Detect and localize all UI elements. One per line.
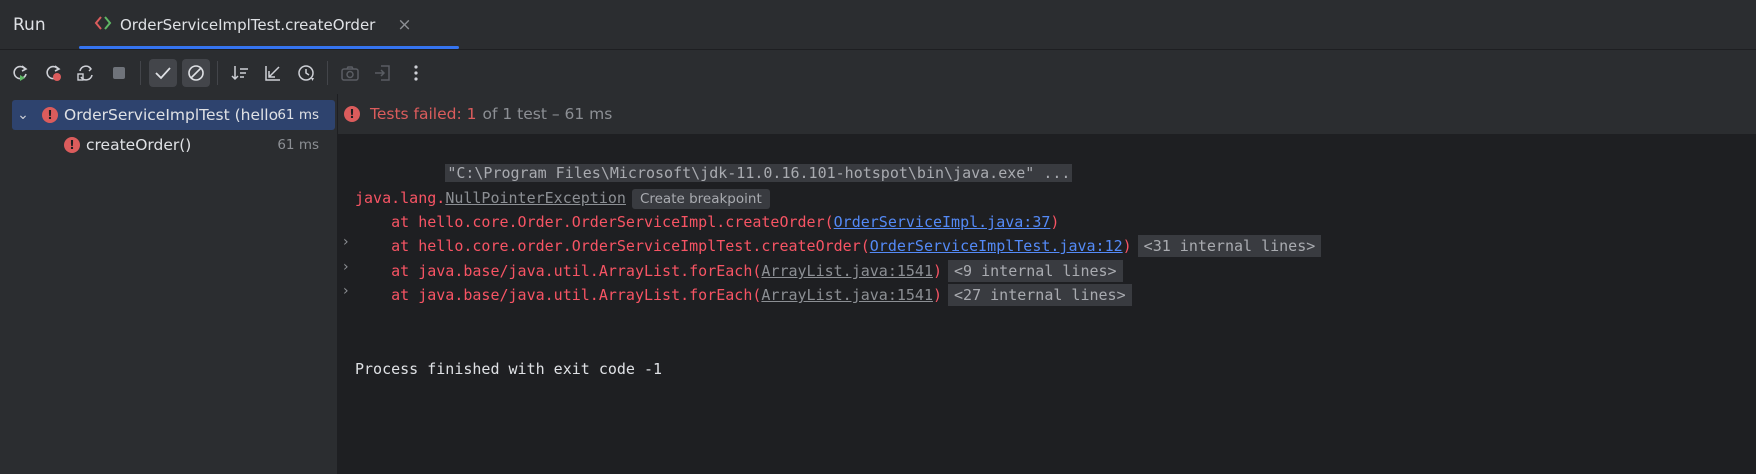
- java-command[interactable]: "C:\Program Files\Microsoft\jdk-11.0.16.…: [445, 164, 1073, 182]
- tree-item-time: 61 ms: [277, 137, 319, 153]
- error-icon: !: [344, 106, 360, 122]
- rerun-failed-icon[interactable]: [39, 59, 67, 87]
- tree-item-order-service-impl-test[interactable]: ⌄ ! OrderServiceImplTest (hello 61 ms: [12, 100, 335, 130]
- tree-item-label: createOrder(): [86, 136, 192, 154]
- process-exit-line: Process finished with exit code -1: [355, 360, 663, 378]
- expand-chevron-icon[interactable]: ›: [343, 259, 349, 275]
- show-passed-icon[interactable]: [148, 58, 177, 87]
- source-link[interactable]: ArrayList.java:1541: [761, 286, 933, 304]
- tab-order-service-test[interactable]: OrderServiceImplTest.createOrder ×: [79, 0, 459, 49]
- exception-prefix: java.lang.: [355, 189, 446, 207]
- source-link[interactable]: ArrayList.java:1541: [761, 262, 933, 280]
- toolbar-separator: [140, 60, 141, 85]
- console-line-command: "C:\Program Files\Microsoft\jdk-11.0.16.…: [355, 137, 1073, 182]
- stack-frame-text: at hello.core.order.OrderServiceImplTest…: [355, 237, 870, 255]
- run-tool-window: Run OrderServiceImplTest.createOrder × ⌄…: [0, 0, 1756, 474]
- source-link[interactable]: OrderServiceImpl.java:37: [834, 213, 1051, 231]
- stack-frame-line: at java.base/java.util.ArrayList.forEach…: [355, 259, 1123, 283]
- expand-chevron-icon[interactable]: ›: [343, 234, 349, 250]
- tree-item-label: OrderServiceImplTest (hello: [64, 106, 279, 124]
- run-title: Run: [13, 14, 46, 35]
- test-status-bar: ! Tests failed: 1 of 1 test – 61 ms: [338, 94, 1756, 134]
- tree-item-time: 61 ms: [277, 107, 319, 123]
- tab-label: OrderServiceImplTest.createOrder: [120, 15, 376, 34]
- import-icon[interactable]: [369, 59, 397, 87]
- tree-item-create-order[interactable]: ! createOrder() 61 ms: [0, 130, 337, 160]
- run-content: ⌄ ! OrderServiceImplTest (hello 61 ms ! …: [0, 94, 1756, 474]
- internal-lines-fold[interactable]: <9 internal lines>: [948, 260, 1123, 282]
- more-icon[interactable]: [402, 59, 430, 87]
- exception-class-link[interactable]: NullPointerException: [445, 189, 626, 207]
- stack-frame-suffix: ): [932, 262, 943, 280]
- chevron-down-icon[interactable]: ⌄: [16, 107, 30, 123]
- run-toolbar: [0, 50, 1756, 96]
- stack-frame-line: at hello.core.Order.OrderServiceImpl.cre…: [355, 210, 1059, 234]
- show-ignored-icon[interactable]: [181, 58, 210, 87]
- collapse-icon[interactable]: [259, 59, 287, 87]
- status-failed-text: Tests failed: 1: [370, 105, 477, 123]
- screenshot-icon[interactable]: [336, 59, 364, 87]
- stop-icon[interactable]: [105, 59, 133, 87]
- internal-lines-fold[interactable]: <31 internal lines>: [1137, 235, 1322, 257]
- close-icon[interactable]: ×: [397, 15, 411, 35]
- stack-frame-line: at java.base/java.util.ArrayList.forEach…: [355, 283, 1132, 307]
- status-summary-text: of 1 test – 61 ms: [482, 105, 613, 123]
- stack-frame-text: at hello.core.Order.OrderServiceImpl.cre…: [355, 213, 834, 231]
- expand-chevron-icon[interactable]: ›: [343, 283, 349, 299]
- create-breakpoint-button[interactable]: Create breakpoint: [631, 189, 770, 209]
- internal-lines-fold[interactable]: <27 internal lines>: [948, 284, 1132, 306]
- stack-frame-suffix: ): [932, 286, 943, 304]
- stack-frame-suffix: ): [1050, 213, 1060, 231]
- toggle-auto-test-icon[interactable]: [72, 59, 100, 87]
- test-tree: ⌄ ! OrderServiceImplTest (hello 61 ms ! …: [0, 94, 338, 474]
- sort-icon[interactable]: [226, 59, 254, 87]
- history-icon[interactable]: [292, 59, 320, 87]
- stack-frame-text: at java.base/java.util.ArrayList.forEach…: [355, 286, 762, 304]
- source-link[interactable]: OrderServiceImplTest.java:12: [870, 237, 1123, 255]
- run-tab-bar: Run OrderServiceImplTest.createOrder ×: [0, 0, 1756, 50]
- stack-frame-text: at java.base/java.util.ArrayList.forEach…: [355, 262, 762, 280]
- error-icon: !: [42, 107, 58, 123]
- rerun-icon[interactable]: [6, 59, 34, 87]
- error-icon: !: [64, 137, 80, 153]
- console-line-exception: java.lang.NullPointerException Create bre…: [355, 186, 770, 210]
- console-panel: ! Tests failed: 1 of 1 test – 61 ms "C:\…: [338, 94, 1756, 474]
- stack-frame-line: at hello.core.order.OrderServiceImplTest…: [355, 234, 1322, 258]
- stack-frame-suffix: ): [1122, 237, 1132, 255]
- test-config-icon: [94, 15, 112, 35]
- toolbar-separator: [327, 60, 328, 85]
- toolbar-separator: [217, 60, 218, 85]
